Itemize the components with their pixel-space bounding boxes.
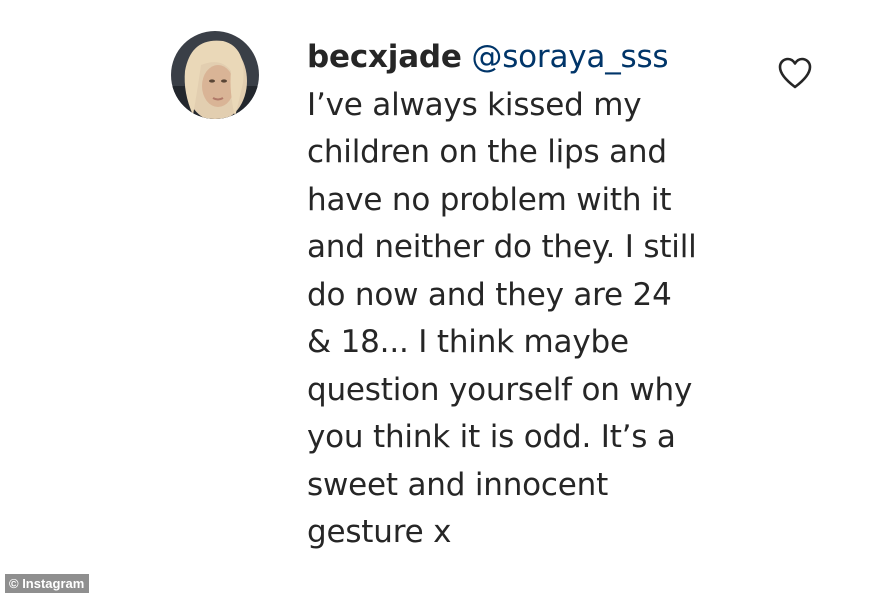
comment: becxjade @soraya_sss I’ve always kissed …: [0, 0, 880, 596]
comment-username[interactable]: becxjade: [307, 39, 462, 75]
profile-photo: [171, 31, 259, 119]
avatar[interactable]: [171, 31, 259, 119]
image-credit: © Instagram: [5, 574, 90, 593]
like-button[interactable]: [777, 56, 813, 90]
comment-mention[interactable]: @soraya_sss: [471, 39, 668, 75]
comment-text: I’ve always kissed my children on the li…: [307, 86, 697, 551]
heart-outline-icon: [778, 57, 812, 89]
comment-body: becxjade @soraya_sss I’ve always kissed …: [307, 34, 757, 557]
